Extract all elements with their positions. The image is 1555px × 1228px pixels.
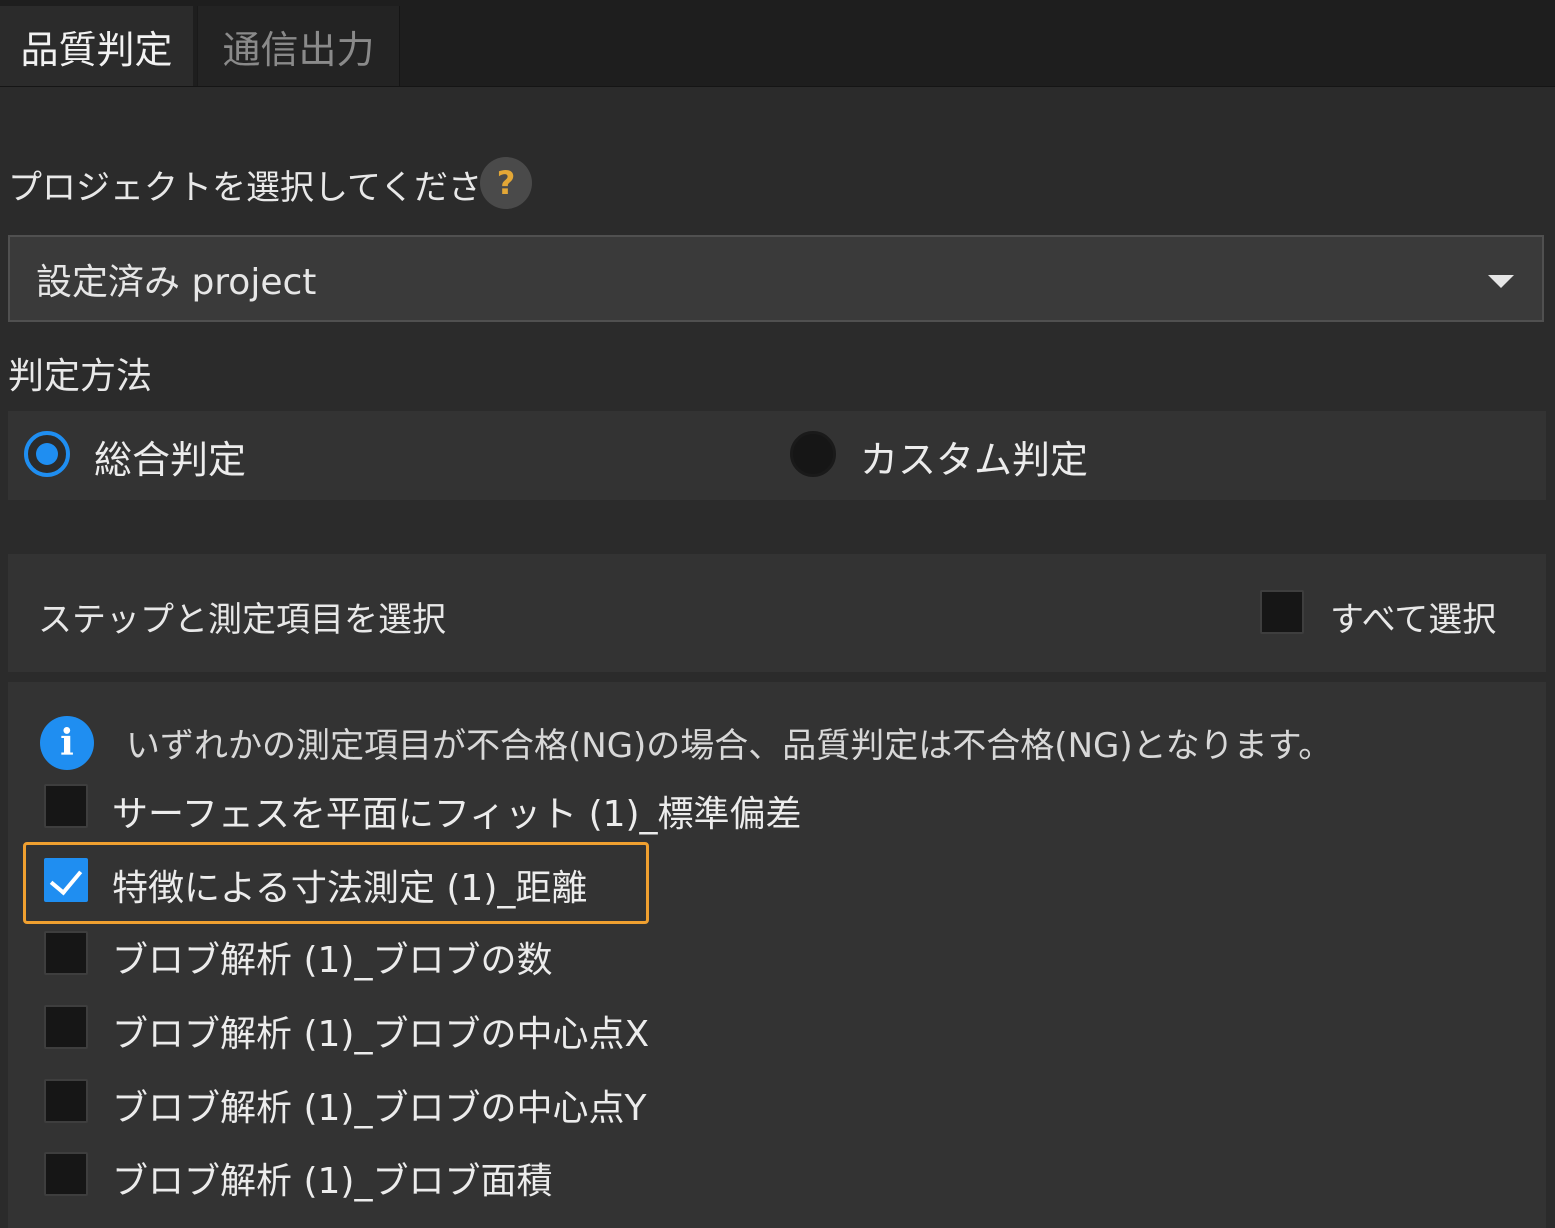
tab-communication-output[interactable]: 通信出力 (197, 6, 400, 86)
radio-custom-judgement[interactable] (790, 431, 836, 477)
item-checkbox-blob-area[interactable] (44, 1152, 88, 1196)
steps-header: ステップと測定項目を選択 すべて選択 (8, 554, 1546, 672)
radio-overall-judgement-label[interactable]: 総合判定 (94, 429, 246, 484)
project-dropdown-value: 設定済み project (36, 261, 317, 303)
info-message: いずれかの測定項目が不合格(NG)の場合、品質判定は不合格(NG)となります。 (126, 726, 1333, 766)
item-checkbox-blob-center-x[interactable] (44, 1005, 88, 1049)
tab-bar: 品質判定 通信出力 (0, 0, 1555, 87)
method-radio-group: 総合判定 カスタム判定 (8, 411, 1546, 500)
item-checkbox-blob-count[interactable] (44, 931, 88, 975)
radio-overall-judgement[interactable] (24, 431, 70, 477)
item-label-dimension-distance[interactable]: 特徴による寸法測定 (1)_距離 (112, 859, 587, 911)
steps-title: ステップと測定項目を選択 (38, 600, 446, 640)
checkmark-icon (49, 861, 83, 896)
select-all-label[interactable]: すべて選択 (1330, 592, 1496, 641)
quality-judgement-panel: 品質判定 通信出力 プロジェクトを選択してください ? 設定済み project… (0, 0, 1555, 1228)
chevron-down-icon (1488, 275, 1514, 288)
item-label-blob-count[interactable]: ブロブ解析 (1)_ブロブの数 (112, 931, 552, 983)
item-label-blob-area[interactable]: ブロブ解析 (1)_ブロブ面積 (112, 1152, 552, 1204)
project-dropdown[interactable]: 設定済み project (8, 235, 1544, 322)
info-icon: i (40, 716, 94, 770)
tab-quality-judgement[interactable]: 品質判定 (0, 6, 193, 86)
item-label-surface-fit-std[interactable]: サーフェスを平面にフィット (1)_標準偏差 (112, 785, 802, 837)
method-label: 判定方法 (8, 356, 153, 397)
radio-custom-judgement-label[interactable]: カスタム判定 (860, 429, 1088, 484)
item-label-blob-center-x[interactable]: ブロブ解析 (1)_ブロブの中心点X (112, 1005, 649, 1057)
question-icon[interactable]: ? (480, 157, 532, 209)
item-checkbox-blob-center-y[interactable] (44, 1079, 88, 1123)
item-checkbox-dimension-distance[interactable] (44, 858, 88, 902)
item-label-blob-center-y[interactable]: ブロブ解析 (1)_ブロブの中心点Y (112, 1079, 646, 1131)
item-checkbox-surface-fit-std[interactable] (44, 784, 88, 828)
select-all-checkbox[interactable] (1260, 590, 1304, 634)
project-select-label: プロジェクトを選択してください (8, 168, 516, 208)
